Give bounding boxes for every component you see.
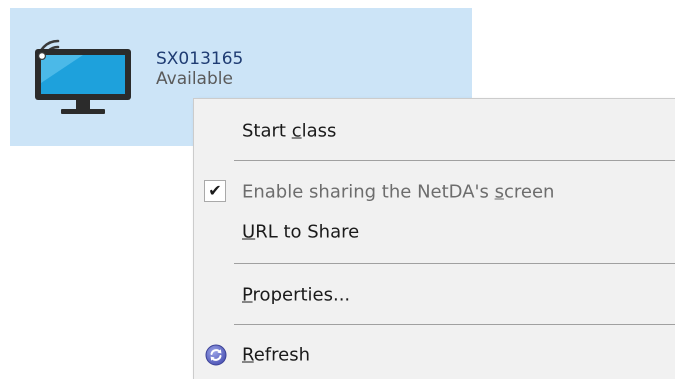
menu-separator [234, 324, 675, 325]
device-text: SX013165 Available [156, 49, 243, 89]
menu-item-url-to-share-label: URL to Share [242, 221, 360, 243]
device-status: Available [156, 69, 233, 89]
menu-item-start-class-label: Start class [242, 120, 337, 142]
menu-item-properties[interactable]: Properties... [194, 272, 675, 318]
context-menu: Start class ✔ Enable sharing the NetDA's… [193, 98, 675, 379]
wireless-display-icon [35, 39, 131, 114]
refresh-icon [205, 344, 227, 366]
menu-separator [234, 160, 675, 161]
screen: SX013165 Available Start class ✔ Enable … [0, 0, 675, 379]
menu-item-enable-sharing-label: Enable sharing the NetDA's screen [242, 181, 555, 203]
device-name: SX013165 [156, 49, 244, 69]
menu-separator [234, 263, 675, 264]
menu-item-url-to-share[interactable]: URL to Share [194, 209, 675, 255]
menu-item-refresh[interactable]: Refresh [194, 332, 675, 378]
menu-item-properties-label: Properties... [242, 284, 351, 306]
menu-item-refresh-label: Refresh [242, 344, 310, 366]
menu-item-start-class[interactable]: Start class [194, 108, 675, 154]
check-icon: ✔ [204, 180, 226, 202]
